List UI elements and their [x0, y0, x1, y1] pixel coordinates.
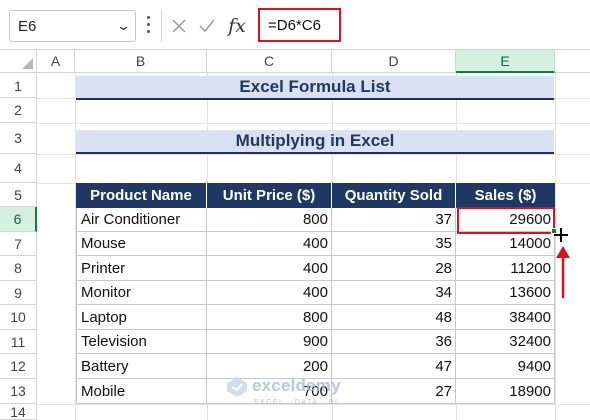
table-header-product-name[interactable]: Product Name — [76, 183, 207, 208]
column-header-a[interactable]: A — [37, 50, 75, 73]
gridline — [37, 154, 590, 155]
table-header-quantity-sold[interactable]: Quantity Sold — [332, 183, 456, 208]
table-cell[interactable]: Laptop — [76, 305, 207, 330]
table-cell[interactable]: Air Conditioner — [76, 208, 207, 232]
row-header-6[interactable]: 6 — [0, 207, 37, 232]
more-options-icon[interactable] — [142, 12, 154, 38]
table-cell[interactable]: 9400 — [456, 354, 555, 379]
table-cell[interactable]: 400 — [207, 256, 332, 281]
formula-text: =D6*C6 — [268, 17, 321, 34]
watermark-name: exceldemy — [252, 376, 341, 395]
formula-buttons: fx — [161, 10, 253, 42]
row-header-5[interactable]: 5 — [0, 183, 37, 207]
column-header-blank — [555, 50, 590, 73]
select-all-corner[interactable] — [0, 50, 37, 73]
formula-input[interactable]: =D6*C6 — [258, 8, 341, 42]
table-cell[interactable]: Battery — [76, 354, 207, 379]
enter-check-icon[interactable] — [194, 13, 220, 39]
table-cell[interactable]: 400 — [207, 281, 332, 305]
formula-bar: E6 ⌄ fx =D6*C6 — [0, 0, 590, 50]
table-cell[interactable]: 34 — [332, 281, 456, 305]
table-cell[interactable]: 800 — [207, 208, 332, 232]
table-cell[interactable]: 800 — [207, 305, 332, 330]
arrow-up-icon — [556, 246, 570, 298]
cancel-icon[interactable] — [166, 13, 192, 39]
table-header-sales[interactable]: Sales ($) — [456, 183, 555, 208]
table-cell[interactable]: 35 — [332, 232, 456, 256]
row-header-1[interactable]: 1 — [0, 74, 37, 98]
watermark: exceldemy EXCEL · DATA · BI — [226, 374, 376, 414]
row-header-9[interactable]: 9 — [0, 281, 37, 305]
table-cell[interactable]: 48 — [332, 305, 456, 330]
table-cell[interactable]: 32400 — [456, 330, 555, 354]
row-header-4[interactable]: 4 — [0, 154, 37, 183]
table-cell[interactable]: Television — [76, 330, 207, 354]
row-header-12[interactable]: 12 — [0, 354, 37, 379]
gridline — [37, 123, 590, 124]
table-cell[interactable]: 900 — [207, 330, 332, 354]
sheet-subtitle[interactable]: Multiplying in Excel — [76, 130, 554, 154]
row-header-10[interactable]: 10 — [0, 305, 37, 330]
row-header-2[interactable]: 2 — [0, 98, 37, 123]
watermark-tagline: EXCEL · DATA · BI — [254, 399, 339, 406]
row-header-14[interactable]: 14 — [0, 404, 37, 420]
column-header-b[interactable]: B — [75, 50, 207, 73]
column-header-c[interactable]: C — [207, 50, 332, 73]
row-header-7[interactable]: 7 — [0, 232, 37, 256]
table-cell[interactable]: 29600 — [456, 208, 555, 232]
table-cell[interactable]: 11200 — [456, 256, 555, 281]
table-cell[interactable]: 36 — [332, 330, 456, 354]
select-all-icon — [22, 58, 33, 69]
table-cell[interactable]: 37 — [332, 208, 456, 232]
table-cell[interactable]: 28 — [332, 256, 456, 281]
row-header-8[interactable]: 8 — [0, 256, 37, 281]
row-header-11[interactable]: 11 — [0, 330, 37, 354]
table-cell[interactable]: 400 — [207, 232, 332, 256]
crosshair-cursor-icon — [554, 228, 568, 242]
name-box-value: E6 — [18, 18, 37, 35]
exceldemy-logo-icon — [227, 377, 247, 397]
table-cell[interactable]: Mobile — [76, 379, 207, 404]
table-header-unit-price[interactable]: Unit Price ($) — [207, 183, 332, 208]
table-cell[interactable]: 14000 — [456, 232, 555, 256]
name-box[interactable]: E6 ⌄ — [9, 10, 136, 42]
table-cell[interactable]: 13600 — [456, 281, 555, 305]
column-header-e[interactable]: E — [456, 50, 555, 73]
insert-function-button[interactable]: fx — [224, 13, 250, 39]
row-header-3[interactable]: 3 — [0, 123, 37, 154]
table-cell[interactable]: Printer — [76, 256, 207, 281]
table-cell[interactable]: Mouse — [76, 232, 207, 256]
table-cell[interactable]: Monitor — [76, 281, 207, 305]
column-header-d[interactable]: D — [332, 50, 456, 73]
chevron-down-icon[interactable]: ⌄ — [116, 18, 131, 34]
row-header-13[interactable]: 13 — [0, 379, 37, 404]
table-cell[interactable]: 38400 — [456, 305, 555, 330]
sheet-title[interactable]: Excel Formula List — [76, 76, 554, 100]
table-cell[interactable]: 18900 — [456, 379, 555, 404]
